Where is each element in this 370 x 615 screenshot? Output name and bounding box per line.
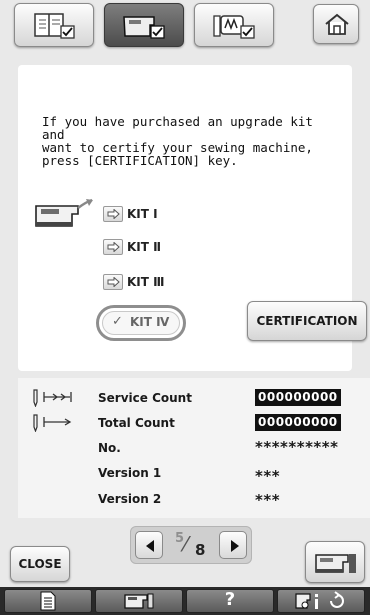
kit-4-label: KIT Ⅳ bbox=[130, 315, 170, 329]
check-icon: ✓ bbox=[112, 314, 123, 329]
machine-help-button[interactable] bbox=[95, 589, 183, 613]
version1-value: *** bbox=[255, 467, 281, 485]
prev-page-button[interactable] bbox=[135, 531, 163, 559]
arrow-right-icon bbox=[103, 239, 123, 255]
next-page-button[interactable] bbox=[219, 531, 247, 559]
machine-upgrade-icon bbox=[35, 198, 93, 227]
help-button[interactable]: ? bbox=[186, 589, 274, 613]
service-count-label: Service Count bbox=[98, 391, 192, 405]
number-row: No. ********** bbox=[18, 436, 370, 460]
settings-page-icon bbox=[34, 13, 75, 39]
tab-embroidery-settings[interactable] bbox=[194, 3, 274, 47]
sewing-machine-icon bbox=[315, 554, 356, 573]
total-pages: 8 bbox=[195, 541, 206, 559]
manual-button[interactable] bbox=[4, 589, 92, 613]
version2-row: Version 2 *** bbox=[18, 487, 370, 511]
embroidery-settings-icon bbox=[213, 15, 255, 39]
page-indicator: 5 ⁄ 8 bbox=[173, 531, 211, 561]
kit-1-label: KIT Ⅰ bbox=[127, 207, 158, 221]
triangle-left-icon bbox=[146, 540, 154, 552]
arrow-right-icon bbox=[103, 274, 123, 290]
settings-icon bbox=[295, 591, 344, 609]
current-page: 5 bbox=[175, 531, 185, 546]
page-navigator: 5 ⁄ 8 bbox=[130, 526, 252, 564]
total-count-value: 000000000 bbox=[255, 414, 341, 431]
settings-button[interactable] bbox=[277, 589, 365, 613]
total-count-label: Total Count bbox=[98, 416, 175, 430]
needle-total-icon bbox=[33, 414, 72, 432]
sewing-mode-button[interactable] bbox=[305, 541, 365, 583]
version1-row: Version 1 *** bbox=[18, 461, 370, 485]
version2-label: Version 2 bbox=[98, 492, 162, 506]
triangle-right-icon bbox=[231, 540, 239, 552]
number-value: ********** bbox=[255, 438, 339, 456]
home-icon bbox=[325, 13, 349, 35]
kit-4-item: ✓ KIT Ⅳ bbox=[96, 305, 186, 341]
question-icon: ? bbox=[224, 589, 236, 610]
kit-2-label: KIT Ⅱ bbox=[127, 240, 162, 254]
needle-service-icon bbox=[33, 389, 72, 407]
certification-button[interactable]: CERTIFICATION bbox=[247, 301, 367, 341]
total-count-row: Total Count 000000000 bbox=[18, 411, 370, 435]
instruction-text: If you have purchased an upgrade kit and… bbox=[42, 114, 313, 168]
kit-3-label: KIT Ⅲ bbox=[127, 275, 165, 289]
service-count-value: 000000000 bbox=[255, 389, 341, 406]
sewing-machine-icon bbox=[124, 593, 154, 609]
home-button[interactable] bbox=[313, 4, 359, 44]
arrow-right-icon bbox=[103, 206, 123, 222]
number-label: No. bbox=[98, 441, 121, 455]
tab-settings-page[interactable] bbox=[14, 3, 94, 47]
service-count-row: Service Count 000000000 bbox=[18, 386, 370, 410]
machine-settings-icon bbox=[123, 16, 165, 39]
page-slash: ⁄ bbox=[184, 532, 188, 556]
document-icon bbox=[40, 591, 56, 611]
tab-machine-settings[interactable] bbox=[104, 3, 184, 47]
version1-label: Version 1 bbox=[98, 466, 162, 480]
bottom-toolbar: ? bbox=[0, 587, 370, 615]
close-button[interactable]: CLOSE bbox=[10, 546, 70, 582]
machine-info-section: Service Count 000000000 Total Count 0000… bbox=[18, 378, 370, 518]
version2-value: *** bbox=[255, 491, 281, 509]
